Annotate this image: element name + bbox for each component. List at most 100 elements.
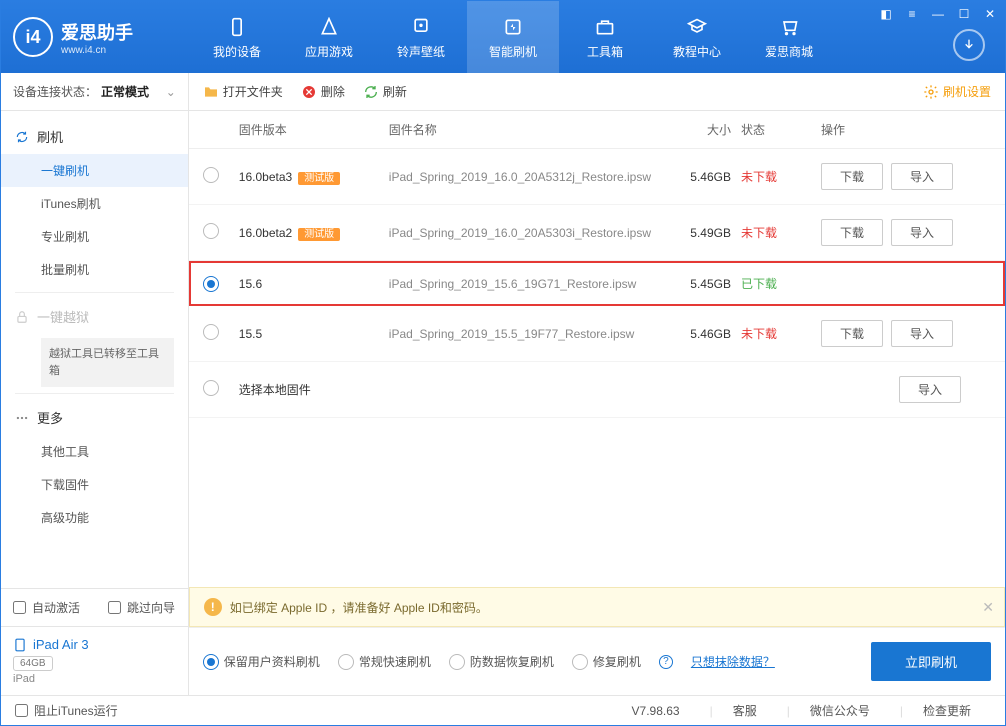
sidebar-head-more[interactable]: 更多: [1, 400, 188, 435]
sidebar-item-advanced[interactable]: 高级功能: [1, 501, 188, 534]
refresh-button[interactable]: 刷新: [363, 83, 407, 100]
download-indicator[interactable]: [953, 29, 985, 61]
firmware-status: 未下载: [741, 168, 821, 185]
maximize-icon[interactable]: ☐: [955, 5, 973, 23]
open-folder-button[interactable]: 打开文件夹: [203, 83, 283, 100]
auto-activate-checkbox[interactable]: 自动激活: [13, 599, 80, 616]
service-link[interactable]: 客服: [733, 702, 757, 719]
sidebar-head-flash[interactable]: 刷机: [1, 119, 188, 154]
firmware-name: iPad_Spring_2019_15.6_19G71_Restore.ipsw: [389, 277, 651, 291]
skip-guide-checkbox[interactable]: 跳过向导: [108, 599, 175, 616]
radio-select[interactable]: [203, 223, 219, 239]
nav-ringtones[interactable]: 铃声壁纸: [375, 1, 467, 73]
nav-tutorials[interactable]: 教程中心: [651, 1, 743, 73]
firmware-row[interactable]: 15.5 iPad_Spring_2019_15.5_19F77_Restore…: [189, 306, 1005, 362]
sidebar-item-batch[interactable]: 批量刷机: [1, 253, 188, 286]
sidebar-item-oneclick[interactable]: 一键刷机: [1, 154, 188, 187]
logo-title: 爱思助手: [61, 19, 133, 45]
device-status-bar[interactable]: 设备连接状态： 正常模式 ⌄: [1, 73, 188, 111]
firmware-row[interactable]: 16.0beta3测试版 iPad_Spring_2019_16.0_20A53…: [189, 149, 1005, 205]
firmware-row[interactable]: 15.6 iPad_Spring_2019_15.6_19G71_Restore…: [189, 261, 1005, 306]
delete-button[interactable]: 删除: [301, 83, 345, 100]
opt-normal[interactable]: 常规快速刷机: [338, 653, 431, 670]
radio-local[interactable]: [203, 380, 219, 396]
delete-icon: [301, 84, 317, 100]
nav-my-device[interactable]: 我的设备: [191, 1, 283, 73]
erase-link[interactable]: 只想抹除数据？: [691, 653, 775, 670]
firmware-version: 16.0beta2: [239, 226, 292, 240]
skin-icon[interactable]: ◧: [877, 5, 895, 23]
help-icon[interactable]: ?: [659, 655, 673, 669]
firmware-version: 15.5: [239, 327, 262, 341]
radio-select[interactable]: [203, 167, 219, 183]
download-button[interactable]: 下载: [821, 163, 883, 190]
music-icon: [409, 15, 433, 39]
import-button[interactable]: 导入: [899, 376, 961, 403]
opt-repair[interactable]: 修复刷机: [572, 653, 641, 670]
window-controls: ◧ ≡ — ☐ ✕: [877, 5, 999, 23]
lock-icon: [15, 310, 29, 324]
alert-close-icon[interactable]: ✕: [982, 599, 994, 616]
sidebar: 设备连接状态： 正常模式 ⌄ 刷机 一键刷机 iTunes刷机 专业刷机 批量刷…: [1, 73, 189, 695]
sidebar-item-professional[interactable]: 专业刷机: [1, 220, 188, 253]
flash-settings-button[interactable]: 刷机设置: [923, 83, 991, 100]
toolbar: 打开文件夹 删除 刷新 刷机设置: [189, 73, 1005, 111]
logo-icon: i4: [13, 17, 53, 57]
version-label: V7.98.63: [632, 704, 680, 718]
radio-select[interactable]: [203, 324, 219, 340]
block-itunes-checkbox[interactable]: 阻止iTunes运行: [15, 702, 118, 719]
wechat-link[interactable]: 微信公众号: [810, 702, 870, 719]
firmware-version: 15.6: [239, 277, 262, 291]
device-type: iPad: [13, 673, 176, 685]
import-button[interactable]: 导入: [891, 320, 953, 347]
minimize-icon[interactable]: —: [929, 5, 947, 23]
apps-icon: [317, 15, 341, 39]
device-name[interactable]: iPad Air 3: [13, 637, 176, 652]
tablet-icon: [13, 638, 27, 652]
jailbreak-note: 越狱工具已转移至工具箱: [41, 338, 174, 387]
radio-select[interactable]: [203, 276, 219, 292]
nav-toolbox[interactable]: 工具箱: [559, 1, 651, 73]
update-link[interactable]: 检查更新: [923, 702, 971, 719]
menu-icon[interactable]: ≡: [903, 5, 921, 23]
device-info-panel: iPad Air 3 64GB iPad: [1, 626, 188, 695]
firmware-row[interactable]: 16.0beta2测试版 iPad_Spring_2019_16.0_20A53…: [189, 205, 1005, 261]
nav-apps[interactable]: 应用游戏: [283, 1, 375, 73]
sidebar-head-jailbreak: 一键越狱: [1, 299, 188, 334]
import-button[interactable]: 导入: [891, 219, 953, 246]
apple-id-alert: ! 如已绑定 Apple ID ，请准备好 Apple ID和密码。 ✕: [189, 587, 1005, 627]
opt-antirecovery[interactable]: 防数据恢复刷机: [449, 653, 554, 670]
device-icon: [225, 15, 249, 39]
flash-now-button[interactable]: 立即刷机: [871, 642, 991, 681]
logo-area: i4 爱思助手 www.i4.cn: [1, 17, 191, 57]
main-nav: 我的设备 应用游戏 铃声壁纸 智能刷机 工具箱 教程中心 爱思商城: [191, 1, 835, 73]
firmware-size: 5.46GB: [651, 327, 741, 341]
firmware-size: 5.49GB: [651, 226, 741, 240]
refresh-icon: [363, 84, 379, 100]
firmware-status: 未下载: [741, 325, 821, 342]
nav-store[interactable]: 爱思商城: [743, 1, 835, 73]
sidebar-item-other-tools[interactable]: 其他工具: [1, 435, 188, 468]
app-header: i4 爱思助手 www.i4.cn 我的设备 应用游戏 铃声壁纸 智能刷机 工具…: [1, 1, 1005, 73]
close-icon[interactable]: ✕: [981, 5, 999, 23]
sidebar-item-itunes[interactable]: iTunes刷机: [1, 187, 188, 220]
chevron-down-icon: ⌄: [166, 85, 176, 99]
nav-flash[interactable]: 智能刷机: [467, 1, 559, 73]
warning-icon: !: [204, 598, 222, 616]
download-button[interactable]: 下载: [821, 320, 883, 347]
store-icon: [777, 15, 801, 39]
import-button[interactable]: 导入: [891, 163, 953, 190]
gear-icon: [923, 84, 939, 100]
logo-subtitle: www.i4.cn: [61, 45, 133, 56]
tutorial-icon: [685, 15, 709, 39]
folder-icon: [203, 84, 219, 100]
sidebar-item-download-firmware[interactable]: 下载固件: [1, 468, 188, 501]
firmware-name: iPad_Spring_2019_15.5_19F77_Restore.ipsw: [389, 327, 651, 341]
flash-options: 保留用户资料刷机 常规快速刷机 防数据恢复刷机 修复刷机 ? 只想抹除数据？ 立…: [189, 627, 1005, 695]
local-firmware-row[interactable]: 选择本地固件 导入: [189, 362, 1005, 418]
download-button[interactable]: 下载: [821, 219, 883, 246]
footer: 阻止iTunes运行 V7.98.63 | 客服 | 微信公众号 | 检查更新: [1, 695, 1005, 725]
firmware-size: 5.46GB: [651, 170, 741, 184]
firmware-version: 16.0beta3: [239, 170, 292, 184]
opt-keep-data[interactable]: 保留用户资料刷机: [203, 653, 320, 670]
